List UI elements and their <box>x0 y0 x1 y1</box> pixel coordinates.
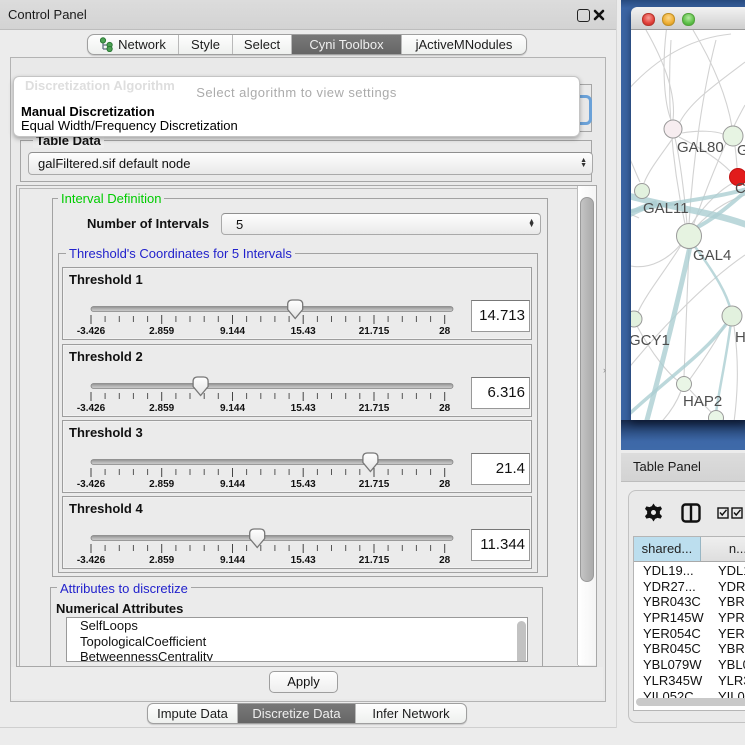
svg-text:-3.426: -3.426 <box>77 326 106 337</box>
svg-text:28: 28 <box>439 403 451 414</box>
svg-text:9.144: 9.144 <box>220 555 245 566</box>
svg-text:2.859: 2.859 <box>149 403 174 414</box>
svg-text:GAL11: GAL11 <box>643 200 689 217</box>
svg-text:9.144: 9.144 <box>220 403 245 414</box>
svg-text:21.715: 21.715 <box>359 326 390 337</box>
svg-text:9.144: 9.144 <box>220 479 245 490</box>
svg-text:G: G <box>737 142 745 159</box>
svg-text:-3.426: -3.426 <box>77 555 106 566</box>
svg-text:21.715: 21.715 <box>359 555 390 566</box>
svg-text:GAL80: GAL80 <box>677 139 724 156</box>
svg-text:-3.426: -3.426 <box>77 479 106 490</box>
svg-text:GCY1: GCY1 <box>631 332 670 349</box>
svg-text:HAP2: HAP2 <box>683 393 722 410</box>
svg-text:2.859: 2.859 <box>149 555 174 566</box>
svg-text:28: 28 <box>439 326 451 337</box>
svg-text:C: C <box>735 180 745 197</box>
svg-text:GAL4: GAL4 <box>693 247 731 264</box>
svg-text:9.144: 9.144 <box>220 326 245 337</box>
svg-text:15.43: 15.43 <box>291 479 316 490</box>
svg-text:15.43: 15.43 <box>291 326 316 337</box>
svg-text:H: H <box>735 329 745 346</box>
svg-text:-3.426: -3.426 <box>77 403 106 414</box>
svg-text:15.43: 15.43 <box>291 403 316 414</box>
svg-text:28: 28 <box>439 479 451 490</box>
svg-text:2.859: 2.859 <box>149 479 174 490</box>
svg-text:2.859: 2.859 <box>149 326 174 337</box>
svg-text:21.715: 21.715 <box>359 403 390 414</box>
svg-text:15.43: 15.43 <box>291 555 316 566</box>
svg-text:21.715: 21.715 <box>359 479 390 490</box>
svg-text:28: 28 <box>439 555 451 566</box>
